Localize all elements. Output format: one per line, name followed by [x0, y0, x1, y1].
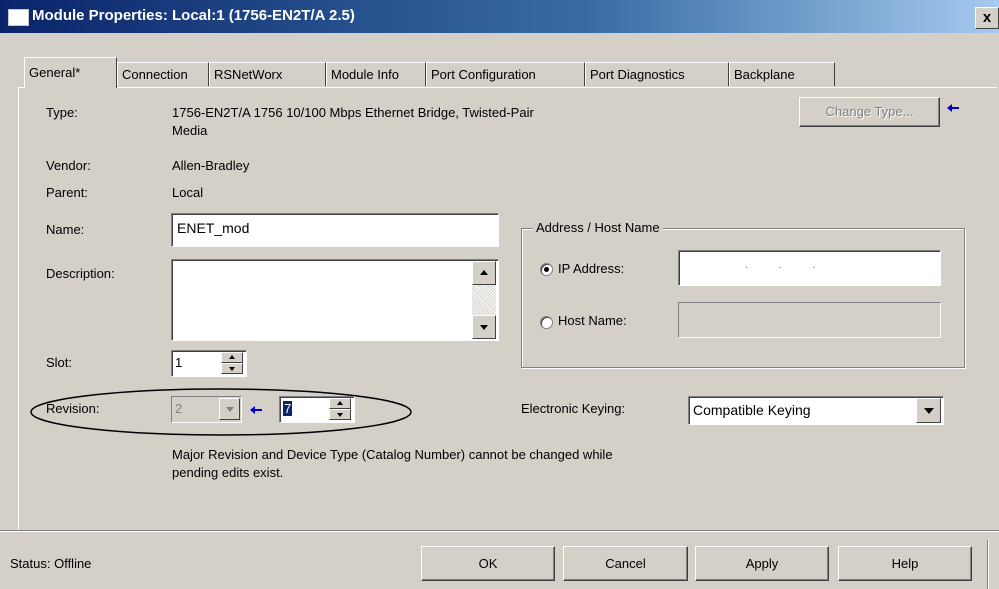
name-input-value: ENET_mod: [177, 220, 250, 236]
address-host-group: [521, 228, 965, 368]
type-value-line1: 1756-EN2T/A 1756 10/100 Mbps Ethernet Br…: [172, 105, 534, 120]
status-text: Status: Offline: [10, 556, 92, 571]
revision-minor-down-button[interactable]: [329, 409, 351, 420]
tab-connection[interactable]: Connection: [117, 62, 209, 86]
electronic-keying-select[interactable]: Compatible Keying: [688, 396, 944, 425]
type-label: Type:: [46, 105, 78, 120]
pointer-arrow-icon: [947, 104, 959, 112]
apply-button[interactable]: Apply: [695, 546, 829, 581]
cancel-button[interactable]: Cancel: [563, 546, 688, 581]
ip-address-input[interactable]: . . .: [678, 250, 941, 286]
description-textarea[interactable]: [171, 259, 499, 341]
keying-dropdown-button[interactable]: [916, 398, 941, 423]
type-value-line2: Media: [172, 123, 208, 138]
chevron-down-icon: [923, 408, 934, 414]
scroll-up-button[interactable]: [472, 261, 496, 285]
change-type-button[interactable]: Change Type...: [799, 97, 940, 127]
host-name-input[interactable]: [678, 302, 941, 338]
ok-button[interactable]: OK: [421, 546, 555, 581]
tab-general[interactable]: General*: [24, 57, 117, 88]
revision-note-line2: pending edits exist.: [172, 465, 284, 480]
tab-rsnetworx[interactable]: RSNetWorx: [209, 62, 326, 86]
revision-label: Revision:: [46, 401, 100, 416]
revision-major-dropdown-button[interactable]: [219, 398, 240, 420]
slot-down-icon: [229, 367, 235, 371]
slot-up-icon: [229, 355, 235, 359]
vendor-label: Vendor:: [46, 158, 91, 173]
revision-minor-up-button[interactable]: [329, 398, 351, 409]
parent-label: Parent:: [46, 185, 88, 200]
footer-right-divider: [987, 540, 989, 589]
description-label: Description:: [46, 266, 115, 281]
scroll-up-icon: [480, 270, 488, 275]
name-label: Name:: [46, 222, 85, 237]
slot-up-button[interactable]: [221, 352, 243, 363]
pointer-arrow-icon: [250, 406, 262, 414]
slot-label: Slot:: [46, 355, 73, 370]
spin-up-icon: [337, 401, 343, 405]
spin-down-icon: [337, 413, 343, 417]
tab-port-diagnostics[interactable]: Port Diagnostics: [585, 62, 729, 86]
revision-note-line1: Major Revision and Device Type (Catalog …: [172, 447, 613, 462]
radio-selected-dot: [544, 267, 549, 272]
tab-port-configuration[interactable]: Port Configuration: [426, 62, 585, 86]
name-input[interactable]: ENET_mod: [171, 213, 499, 247]
ip-address-radio[interactable]: [540, 263, 553, 276]
revision-major-value: 2: [175, 401, 183, 416]
tab-backplane[interactable]: Backplane: [729, 62, 835, 86]
address-group-title: Address / Host Name: [533, 220, 663, 235]
slot-down-button[interactable]: [221, 363, 243, 374]
electronic-keying-label: Electronic Keying:: [521, 401, 626, 416]
ip-address-value: . . .: [745, 259, 816, 271]
footer-separator: [0, 530, 999, 532]
close-button[interactable]: x: [975, 7, 999, 29]
scroll-down-icon: [480, 325, 488, 330]
help-button[interactable]: Help: [838, 546, 972, 581]
host-name-label: Host Name:: [558, 313, 627, 328]
scroll-down-button[interactable]: [472, 315, 496, 339]
host-name-radio[interactable]: [540, 316, 553, 329]
vendor-value: Allen-Bradley: [172, 158, 250, 173]
electronic-keying-value: Compatible Keying: [693, 402, 811, 418]
parent-value: Local: [172, 185, 204, 200]
chevron-down-icon: [225, 407, 234, 412]
window-icon: [8, 9, 29, 26]
tab-module-info[interactable]: Module Info: [326, 62, 426, 86]
slot-value: 1: [175, 355, 183, 370]
ip-address-label: IP Address:: [558, 261, 625, 276]
revision-minor-value: 7: [283, 401, 293, 416]
window-title: Module Properties: Local:1 (1756-EN2T/A …: [32, 7, 355, 24]
